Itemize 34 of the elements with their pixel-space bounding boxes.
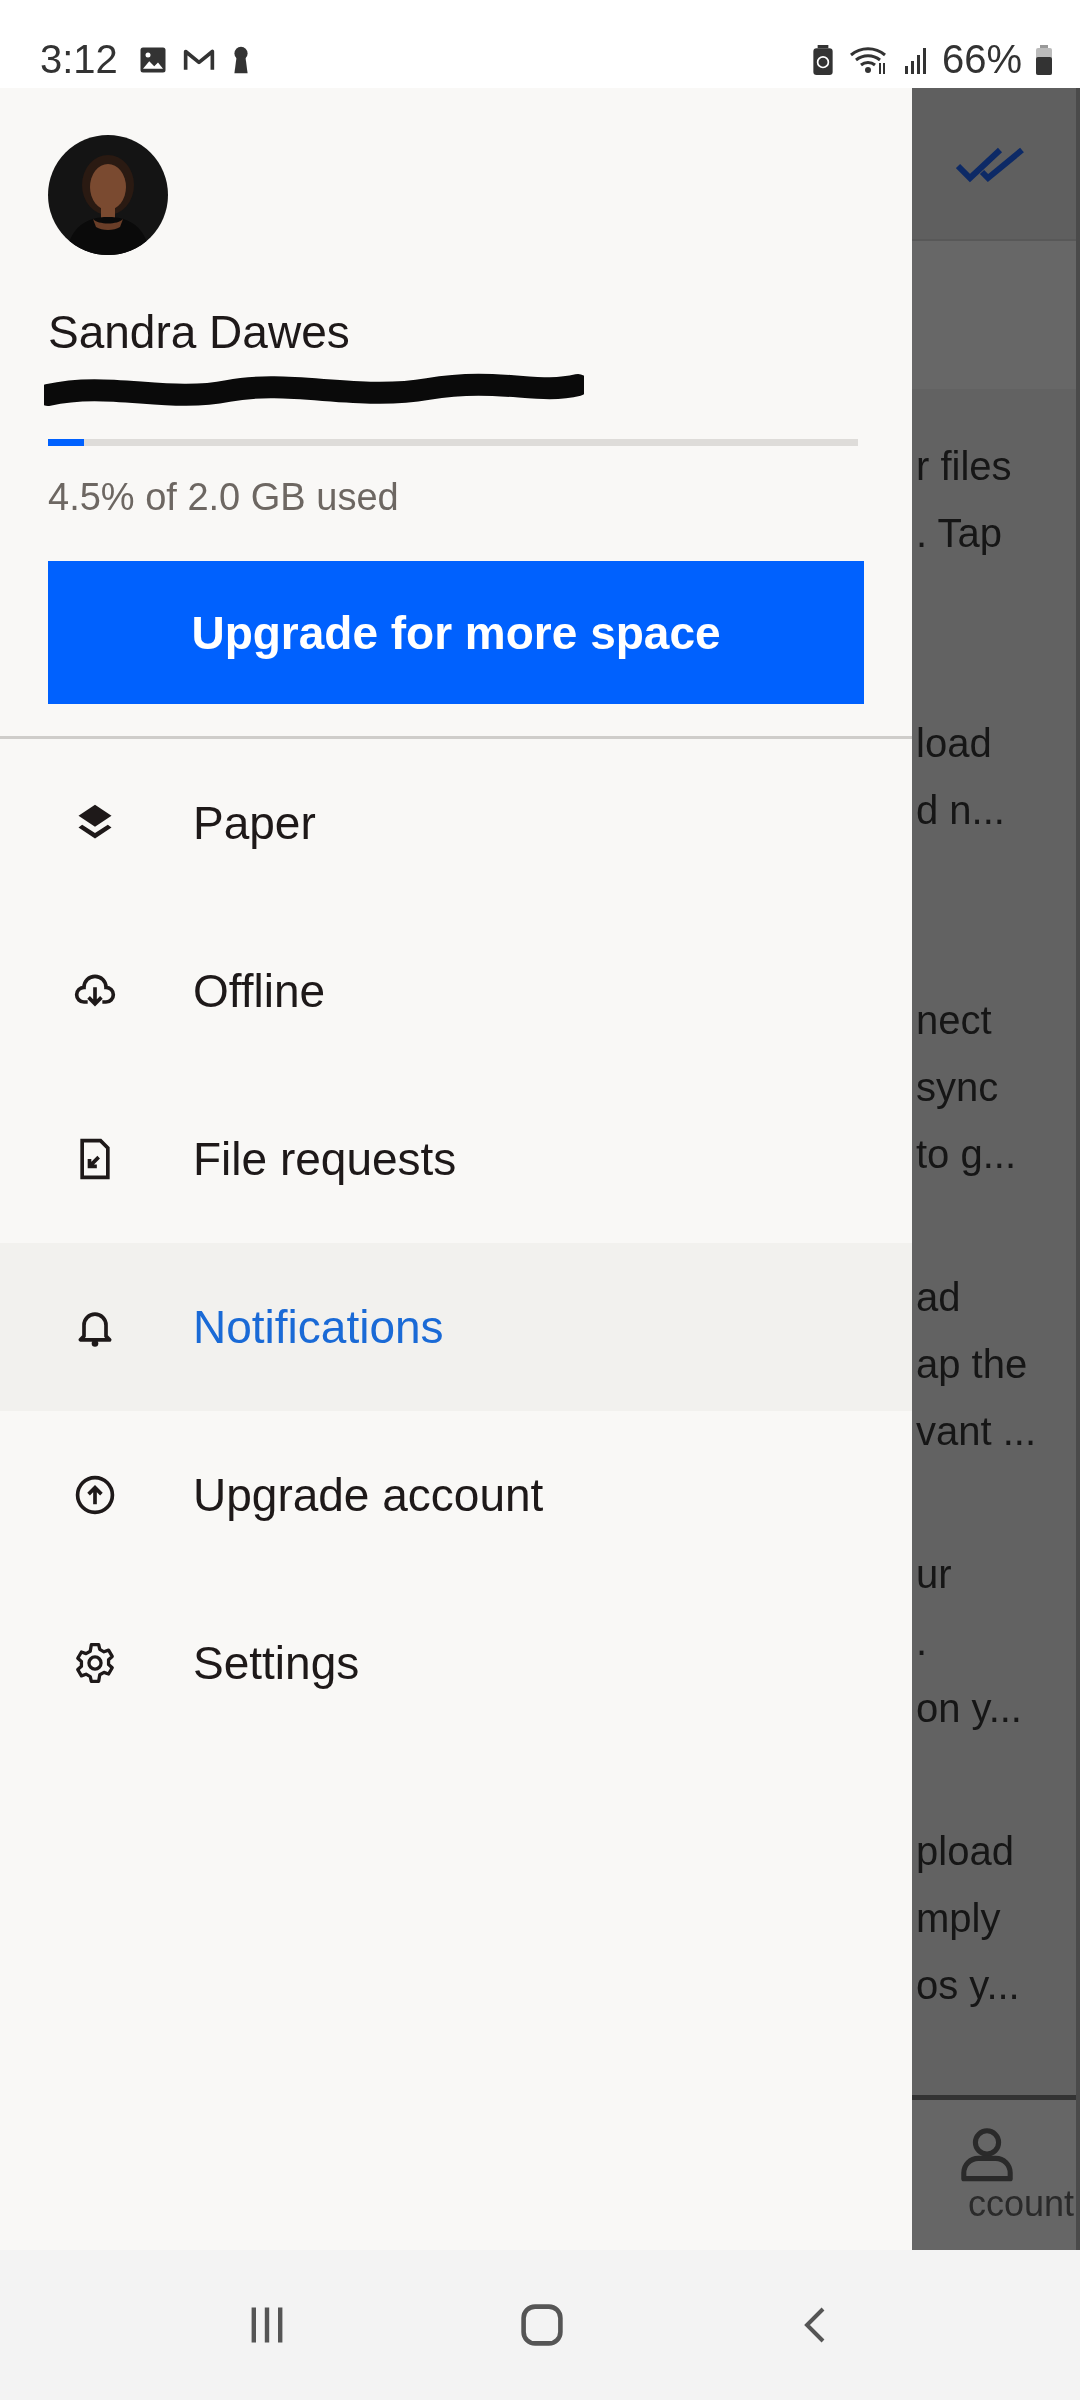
card-text: . Tap <box>915 510 1003 558</box>
clock: 3:12 <box>40 37 118 82</box>
card-text: on y... <box>915 1685 1023 1733</box>
menu-item[interactable]: Settings <box>0 1579 912 1747</box>
menu-item[interactable]: Offline <box>0 907 912 1075</box>
card-text: mply <box>915 1895 1002 1943</box>
card-text: vant ... <box>915 1408 1038 1456</box>
home-icon[interactable] <box>519 2302 565 2348</box>
card-text: . <box>915 1618 929 1666</box>
card-text: pload <box>915 1828 1015 1876</box>
upload-circle-icon <box>73 1473 117 1517</box>
storage-usage: 4.5% of 2.0 GB used <box>48 476 400 519</box>
card-text: nect <box>915 997 993 1045</box>
menu-item[interactable]: Upgrade account <box>0 1411 912 1579</box>
card-text: d n... <box>915 787 1006 835</box>
menu-item[interactable]: Notifications <box>0 1243 912 1411</box>
card-text: ad <box>915 1274 962 1322</box>
signal-icon <box>903 45 928 74</box>
battery-percentage: 66% <box>941 37 1022 82</box>
menu-item[interactable]: File requests <box>0 1075 912 1243</box>
card-text: load <box>915 720 993 768</box>
card-text: r files <box>915 443 1013 491</box>
menu-item[interactable]: Paper <box>0 739 912 907</box>
user-name: Sandra Dawes <box>48 305 351 359</box>
card-text: to g... <box>915 1131 1018 1179</box>
person-icon[interactable] <box>958 2125 1016 2184</box>
card-text: ur <box>915 1551 953 1599</box>
card-text: ap the <box>915 1341 1029 1389</box>
settings-icon <box>73 1641 117 1685</box>
upgrade-button[interactable]: Upgrade for more space <box>48 561 864 704</box>
battery-icon <box>1036 44 1052 75</box>
battery-saver-icon <box>811 44 834 75</box>
card-text: sync <box>915 1064 1000 1112</box>
card-text: os y... <box>915 1962 1021 2010</box>
